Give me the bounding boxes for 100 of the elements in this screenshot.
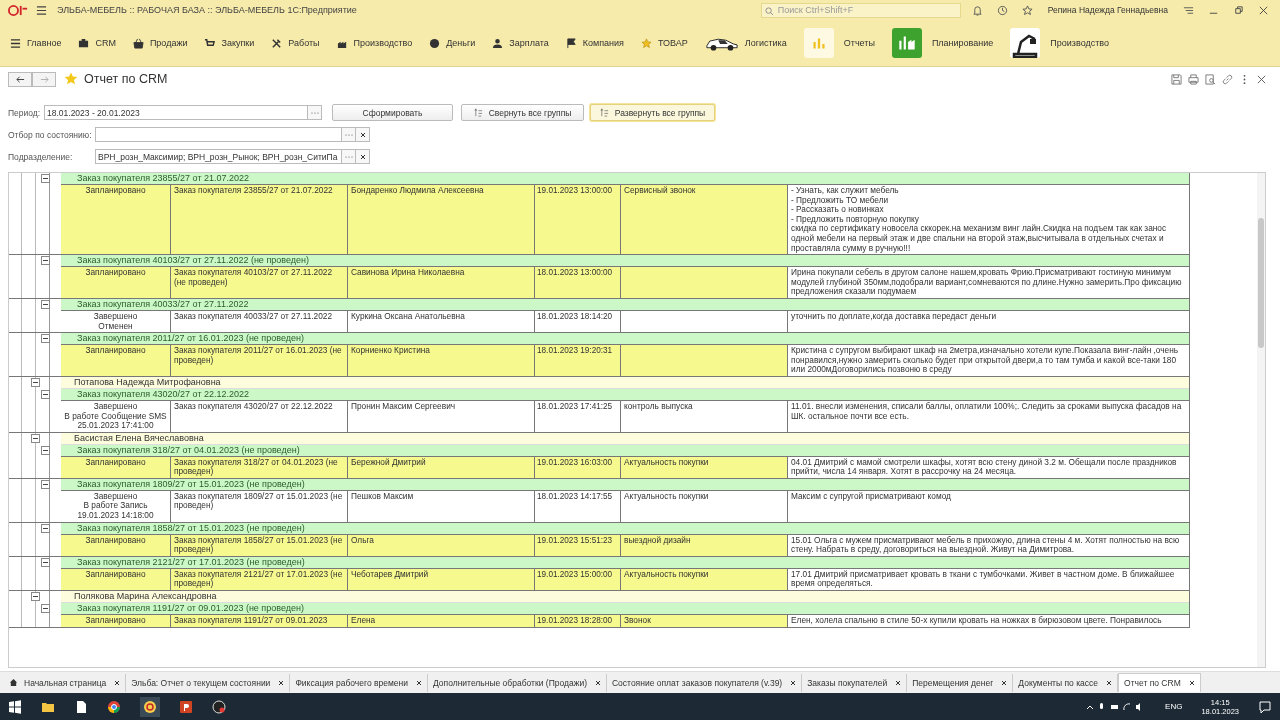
tree-toggle-icon[interactable]: [41, 445, 50, 455]
tree-toggle-icon[interactable]: [41, 389, 50, 399]
section-link[interactable]: Отчеты: [843, 38, 875, 48]
section-link[interactable]: CRM: [95, 38, 116, 48]
tab-label[interactable]: Эльба: Отчет о текущем состоянии: [131, 677, 271, 688]
search-field[interactable]: Поиск Ctrl+Shift+F: [760, 2, 961, 18]
section-link[interactable]: Закупки: [221, 38, 255, 48]
favorite-star-icon[interactable]: [64, 72, 78, 86]
chart-tile-icon[interactable]: [803, 28, 834, 58]
tab-label[interactable]: Фиксация рабочего времени: [295, 677, 408, 688]
close-icon[interactable]: [1256, 73, 1267, 85]
tree-toggle-icon[interactable]: [41, 299, 50, 309]
settings-icon[interactable]: [1183, 4, 1194, 16]
section-link[interactable]: Логистика: [744, 38, 787, 48]
tree-toggle-icon[interactable]: [41, 174, 50, 183]
window-tab[interactable]: Заказы покупателей: [802, 673, 908, 692]
section-link[interactable]: ТОВАР: [657, 38, 688, 48]
window-tab[interactable]: Перемещения денег: [907, 673, 1014, 692]
section-link[interactable]: Компания: [582, 38, 624, 48]
print-icon[interactable]: [1188, 73, 1199, 85]
section-link[interactable]: Производство: [1050, 38, 1109, 48]
section-link[interactable]: Продажи: [149, 38, 188, 48]
section-link[interactable]: Зарплата: [509, 38, 549, 48]
clear-button[interactable]: [356, 149, 370, 164]
link-icon[interactable]: [1222, 73, 1233, 85]
tab-label[interactable]: Заказы покупателей: [807, 677, 888, 688]
window-tab[interactable]: Отчет по CRM: [1118, 673, 1201, 692]
app-icon[interactable]: [140, 696, 160, 717]
save-icon[interactable]: [1171, 73, 1182, 85]
section-icon[interactable]: [429, 37, 441, 49]
period-field[interactable]: 18.01.2023 - 20.01.2023: [44, 105, 308, 120]
tab-label[interactable]: Перемещения денег: [912, 677, 994, 688]
tab-label[interactable]: Документы по кассе: [1018, 677, 1099, 688]
section-icon[interactable]: [492, 37, 504, 49]
state-filter-field[interactable]: [95, 127, 342, 142]
window-tab[interactable]: Начальная страница: [4, 673, 127, 692]
notifications-icon[interactable]: [1258, 699, 1272, 714]
section-icon[interactable]: [78, 37, 90, 49]
section-icon[interactable]: [10, 37, 21, 49]
star-icon[interactable]: [1021, 4, 1033, 16]
presentation-icon[interactable]: [179, 699, 193, 714]
browser-icon[interactable]: [107, 699, 121, 714]
close-icon[interactable]: [1258, 4, 1269, 16]
window-tab[interactable]: Дополнительные обработки (Продажи): [427, 673, 607, 692]
tab-label[interactable]: Отчет по CRM: [1124, 678, 1181, 688]
close-icon[interactable]: [278, 679, 285, 686]
restore-icon[interactable]: [1233, 4, 1244, 16]
close-icon[interactable]: [415, 679, 422, 686]
form-button[interactable]: Развернуть все группы: [590, 104, 715, 121]
recorder-icon[interactable]: [212, 699, 226, 714]
tree-toggle-icon[interactable]: [31, 592, 40, 602]
tree-toggle-icon[interactable]: [31, 377, 40, 387]
history-icon[interactable]: [996, 4, 1008, 16]
tree-toggle-icon[interactable]: [41, 479, 50, 489]
tree-toggle-icon[interactable]: [41, 523, 50, 533]
tree-toggle-icon[interactable]: [41, 604, 50, 614]
preview-icon[interactable]: [1205, 73, 1216, 85]
user-name[interactable]: Репина Надежда Геннадьевна: [1047, 5, 1168, 15]
close-icon[interactable]: [1106, 679, 1113, 686]
section-icon[interactable]: [204, 37, 216, 49]
form-button[interactable]: Сформировать: [332, 104, 453, 121]
clear-button[interactable]: [356, 127, 370, 142]
order-group-row[interactable]: Заказ покупателя 2011/27 от 16.01.2023 (не проведен): [61, 333, 1189, 346]
window-tab[interactable]: Фиксация рабочего времени: [290, 673, 428, 692]
tab-label[interactable]: Состояние оплат заказов покупателя (v.39): [611, 677, 783, 688]
close-icon[interactable]: [594, 679, 601, 686]
tree-toggle-icon[interactable]: [41, 557, 50, 567]
order-group-row[interactable]: Заказ покупателя 40103/27 от 27.11.2022 (не проведен): [61, 255, 1189, 268]
section-link[interactable]: Деньги: [446, 38, 476, 48]
division-field[interactable]: ВРН_розн_Максимир; ВРН_розн_Рынок; ВРН_розн_СитиПа: [95, 149, 342, 164]
section-link[interactable]: Планирование: [931, 38, 994, 48]
close-icon[interactable]: [1001, 679, 1008, 686]
form-button[interactable]: Свернуть все группы: [461, 104, 584, 121]
window-tab[interactable]: Эльба: Отчет о текущем состоянии: [126, 673, 291, 692]
tree-toggle-icon[interactable]: [31, 433, 40, 443]
tree-toggle-icon[interactable]: [41, 334, 50, 344]
close-icon[interactable]: [114, 679, 121, 686]
window-tab[interactable]: Состояние оплат заказов покупателя (v.39): [606, 673, 803, 692]
section-icon[interactable]: [271, 37, 283, 49]
section-link[interactable]: Работы: [288, 38, 320, 48]
close-icon[interactable]: [1188, 680, 1195, 686]
language-indicator[interactable]: ENG: [1165, 702, 1183, 711]
factory-tile-icon[interactable]: [891, 28, 922, 58]
menu-icon[interactable]: [36, 4, 47, 16]
close-icon[interactable]: [895, 679, 902, 686]
section-link[interactable]: Главное: [27, 38, 62, 48]
order-group-row[interactable]: Заказ покупателя 23855/27 от 21.07.2022: [61, 173, 1189, 185]
tab-label[interactable]: Начальная страница: [24, 677, 107, 688]
close-icon[interactable]: [790, 679, 797, 686]
tree-toggle-icon[interactable]: [41, 256, 50, 266]
tab-label[interactable]: Дополнительные обработки (Продажи): [432, 677, 587, 688]
bell-icon[interactable]: [971, 4, 983, 16]
back-button[interactable]: [8, 71, 32, 87]
app-logo-icon[interactable]: [8, 4, 28, 16]
person-group-row[interactable]: Полякова Марина Александровна: [61, 591, 1189, 604]
robot-arm-icon[interactable]: [1010, 28, 1041, 58]
section-link[interactable]: Производство: [353, 38, 413, 48]
section-icon[interactable]: [132, 37, 144, 49]
section-icon[interactable]: [565, 37, 577, 49]
windows-start-icon[interactable]: [8, 699, 22, 714]
